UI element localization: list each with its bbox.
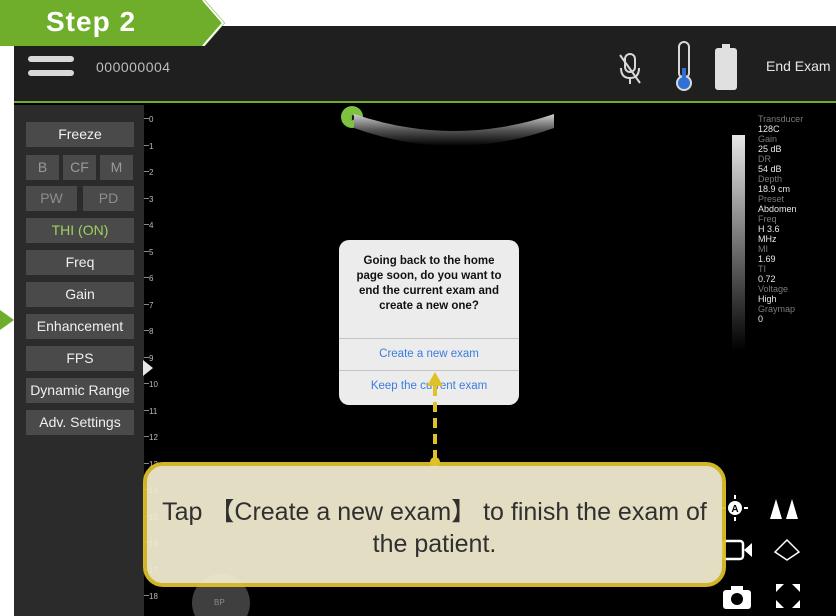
param-label: Preset [758,194,785,204]
mode-b-button[interactable]: B [26,155,59,180]
focus-marker-icon[interactable] [143,360,153,376]
enhancement-button[interactable]: Enhancement [26,314,134,339]
depth-tick-label: 1 [149,141,154,151]
depth-tick-label: 18 [149,592,158,601]
dynamic-range-button[interactable]: Dynamic Range [26,378,134,403]
create-new-exam-button[interactable]: Create a new exam [339,348,519,360]
control-panel: Freeze B CF M PW PD THI (ON) Freq Gain E… [14,105,144,616]
parameter-panel: Transducer 128C Gain 25 dB DR 54 dB Depth 18.9 … [758,114,836,324]
param-label: TI [758,264,766,274]
param-label: Freq [758,214,777,224]
depth-tick-label: 10 [149,380,158,389]
param-label: Transducer [758,114,804,124]
ultrasound-image [354,114,554,146]
camera-icon[interactable] [722,584,752,610]
mode-pw-button[interactable]: PW [26,186,77,211]
freeze-button[interactable]: Freeze [26,122,134,147]
thi-button[interactable]: THI (ON) [26,218,134,243]
adv-settings-button[interactable]: Adv. Settings [26,410,134,435]
depth-tick-label: 3 [149,194,154,204]
depth-tick-label: 11 [149,406,158,416]
param-label: Depth [758,174,783,184]
param-value: 0.72 [758,274,776,284]
param-value: 128C [758,124,780,134]
param-value: 25 dB [758,144,782,154]
param-label: Voltage [758,284,789,294]
thermometer-icon [676,41,692,91]
depth-tick-label: 2 [149,168,154,177]
fps-button[interactable]: FPS [26,346,134,371]
mode-m-button[interactable]: M [100,155,133,180]
depth-tick-label: 7 [149,300,154,310]
param-value: High [758,294,777,304]
side-arrow-icon [0,310,14,330]
param-value: 54 dB [758,164,782,174]
dual-view-icon[interactable] [770,499,800,519]
mic-muted-icon[interactable] [618,52,642,86]
probe-view-icon[interactable] [774,539,800,561]
param-value: 18.9 cm [758,184,791,194]
mode-pd-button[interactable]: PD [83,186,134,211]
callout-connector [427,372,443,467]
depth-tick-label: 6 [149,274,154,283]
video-record-icon[interactable] [722,538,752,562]
freq-button[interactable]: Freq [26,250,134,275]
param-value: Abdomen [758,204,797,214]
mode-cf-button[interactable]: CF [63,155,96,180]
patient-id: 000000004 [96,59,171,75]
depth-tick-label: 4 [149,221,154,230]
graymap-bar [732,135,745,351]
step-label: Step 2 [46,6,137,37]
callout-text: Tap 【Create a new exam】 to finish the ex… [162,498,707,558]
dialog-message: Going back to the home page soon, do you… [356,255,502,312]
param-label: MI [758,244,768,254]
gain-button[interactable]: Gain [26,282,134,307]
battery-icon [715,44,737,90]
record-label: BP [214,598,225,607]
param-label: DR [758,154,771,164]
param-value: 0 [758,314,764,324]
depth-tick-label: 12 [149,433,158,442]
depth-tick-label: 5 [149,247,154,257]
menu-icon[interactable] [28,56,74,90]
param-value: MHz [758,234,777,244]
param-value: 1.69 [758,254,776,264]
param-label: Gain [758,134,778,144]
instruction-callout: Tap 【Create a new exam】 to finish the ex… [143,462,726,587]
svg-text:A: A [731,504,738,515]
fullscreen-icon[interactable] [776,584,800,608]
depth-tick-label: 8 [149,327,154,336]
param-label: Graymap [758,304,796,314]
depth-tick-label: 0 [149,115,154,124]
param-value: H 3.6 [758,224,780,234]
divider [339,338,519,339]
end-exam-button[interactable]: End Exam [766,58,831,74]
